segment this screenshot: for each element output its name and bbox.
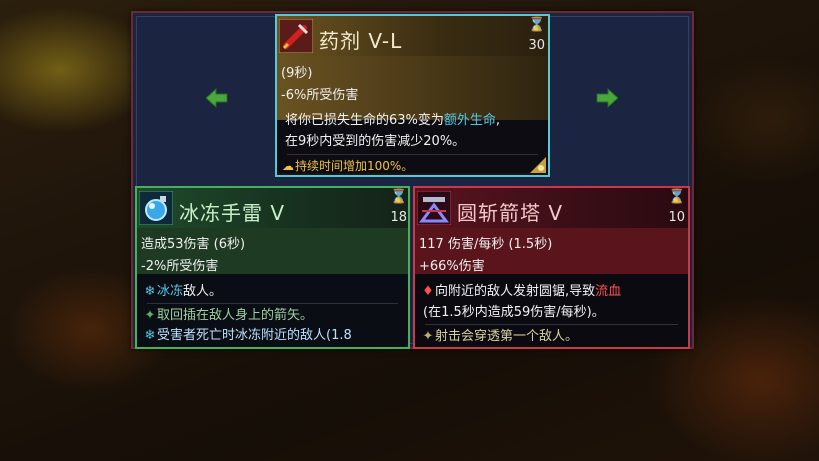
ice-grenade-icon (139, 191, 173, 225)
potion-duration: (9秒) (281, 66, 313, 81)
grenade-effect: ❄ 冰冻敌人。 (143, 282, 222, 301)
hourglass-icon: ⌛ (528, 17, 546, 33)
divider (147, 303, 398, 304)
turret-effect-line1: ♦向附近的敌人发射圆锯,导致流血 (421, 282, 621, 301)
grenade-note2: ❄ 受害者死亡时冰冻附近的敌人(1.8 (143, 326, 352, 345)
potion-cooldown: 30 (528, 38, 545, 53)
saw-turret-card[interactable]: 圆斩箭塔 V ⌛ 10 117 伤害/每秒 (1.5秒) +66%伤害 ♦向附近… (413, 186, 690, 349)
bullet-icon: ✦ (422, 329, 434, 344)
turret-effect-text: 向附近的敌人发射圆锯,导致 (435, 284, 596, 299)
rarity-corner-icon (530, 157, 546, 173)
grenade-cooldown: 18 (390, 210, 407, 225)
turret-effect-line2: (在1.5秒内造成59伤害/每秒)。 (423, 305, 605, 320)
turret-cooldown: 10 (668, 210, 685, 225)
hourglass-icon: ⌛ (390, 189, 408, 205)
grenade-note1-text: 取回插在敌人身上的箭矢。 (157, 308, 314, 323)
arrow-left-icon[interactable] (206, 88, 228, 108)
grenade-note2-text: 受害者死亡时冰冻附近的敌人(1.8 (157, 328, 352, 343)
snowflake-icon: ❄ (144, 328, 156, 343)
potion-description-line1: 将你已损失生命的63%变为额外生命, (285, 111, 500, 130)
potion-card[interactable]: 药剂 V-L ⌛ 30 (9秒) -6%所受伤害 将你已损失生命的63%变为额外… (275, 14, 550, 177)
grenade-damage-reduction: -2%所受伤害 (141, 259, 219, 274)
potion-bonus-text: 持续时间增加100%。 (295, 159, 414, 173)
turret-note1: ✦ 射击会穿透第一个敌人。 (421, 327, 578, 346)
potion-desc-highlight: 额外生命 (443, 113, 496, 128)
blood-drop-icon: ♦ (422, 284, 434, 299)
grenade-title: 冰冻手雷 V (179, 201, 286, 225)
bullet-icon: ✦ (144, 308, 156, 323)
potion-damage-reduction: -6%所受伤害 (281, 88, 359, 103)
potion-title: 药剂 V-L (319, 29, 403, 53)
grenade-damage: 造成53伤害 (6秒) (141, 237, 246, 252)
ice-grenade-card[interactable]: 冰冻手雷 V ⌛ 18 造成53伤害 (6秒) -2%所受伤害 ❄ 冰冻敌人。 ✦… (135, 186, 410, 349)
turret-damage-bonus: +66%伤害 (419, 259, 485, 274)
turret-dps: 117 伤害/每秒 (1.5秒) (419, 237, 553, 252)
potion-desc-comma: , (495, 113, 501, 128)
grenade-note1: ✦ 取回插在敌人身上的箭矢。 (143, 306, 313, 325)
potion-icon (279, 19, 313, 53)
potion-description-line2: 在9秒内受到的伤害减少20%。 (285, 134, 466, 149)
turret-note1-text: 射击会穿透第一个敌人。 (435, 329, 579, 344)
grenade-effect-text: 敌人。 (183, 284, 223, 299)
divider (425, 324, 678, 325)
potion-desc-text: 将你已损失生命的63%变为 (285, 113, 444, 128)
arrow-right-icon[interactable] (596, 88, 618, 108)
grenade-effect-highlight: 冰冻 (157, 284, 184, 299)
hourglass-icon: ⌛ (668, 189, 686, 205)
snowflake-icon: ❄ (144, 284, 156, 299)
saw-turret-icon (417, 191, 451, 225)
turret-title: 圆斩箭塔 V (457, 201, 564, 225)
divider (287, 154, 538, 155)
potion-bonus: ☁持续时间增加100%。 (281, 157, 413, 176)
potion-card-header (277, 16, 548, 56)
turret-effect-highlight: 流血 (595, 284, 622, 299)
bonus-icon: ☁ (282, 159, 294, 173)
